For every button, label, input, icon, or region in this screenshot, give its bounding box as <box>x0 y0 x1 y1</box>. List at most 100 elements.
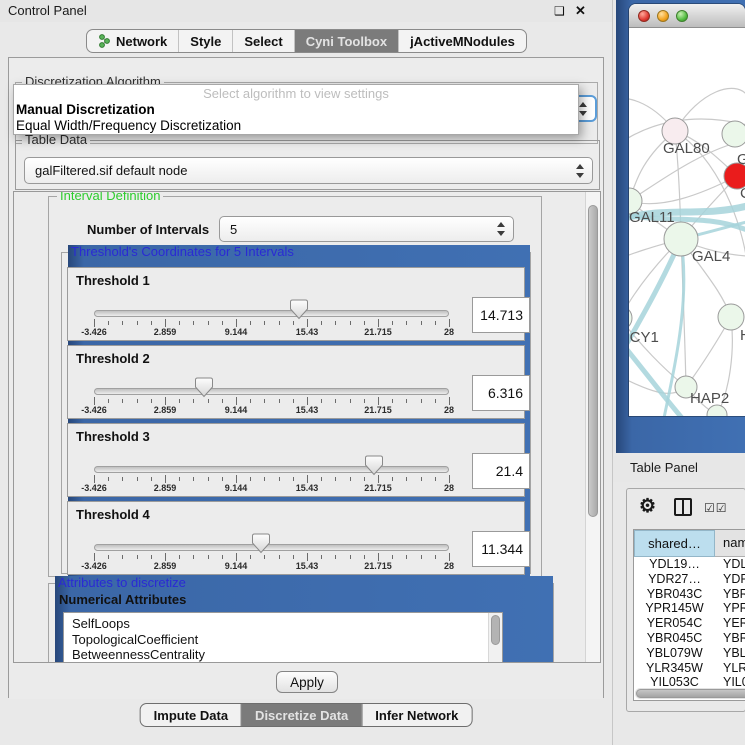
slider-ticks <box>94 319 450 327</box>
network-node[interactable] <box>722 121 745 147</box>
tick-mark <box>421 399 422 403</box>
close-icon[interactable]: ✕ <box>575 3 586 19</box>
tick-mark <box>94 397 95 405</box>
tab-network[interactable]: Network <box>87 30 178 52</box>
tick-label: 9.144 <box>225 561 248 571</box>
column-header-name[interactable]: name <box>715 530 745 557</box>
table-row[interactable]: YDR27…YDR27 <box>634 572 745 587</box>
tick-mark <box>137 399 138 403</box>
slider-track[interactable] <box>94 466 449 473</box>
columns-icon[interactable] <box>674 498 692 516</box>
table-row[interactable]: YLR345WYLR34 <box>634 661 745 676</box>
tick-mark <box>179 555 180 559</box>
mac-close-button[interactable] <box>638 10 650 22</box>
table-row[interactable]: YER054CYER05 <box>634 616 745 631</box>
slider-knob[interactable] <box>289 299 309 320</box>
slider-track[interactable] <box>94 388 449 395</box>
threshold-row-1: Threshold 1-3.4262.8599.14415.4321.71528… <box>67 267 525 341</box>
apply-button[interactable]: Apply <box>276 671 338 693</box>
node-label: HAP2 <box>690 390 729 407</box>
tick-label: 9.144 <box>225 483 248 493</box>
attribute-list-item[interactable]: BetweennessCentrality <box>64 647 502 663</box>
column-header-shared-name[interactable]: shared… <box>634 530 715 557</box>
tab-select[interactable]: Select <box>232 30 293 52</box>
tick-mark <box>293 477 294 481</box>
tick-mark <box>435 477 436 481</box>
table-row[interactable]: YBR043CYBR04 <box>634 587 745 602</box>
mac-minimize-button[interactable] <box>657 10 669 22</box>
table-row[interactable]: YBL079WYBL07 <box>634 646 745 661</box>
tick-mark <box>307 475 308 483</box>
tick-mark <box>236 397 237 405</box>
bottom-tab-impute-data[interactable]: Impute Data <box>141 704 241 726</box>
tick-mark <box>449 553 450 561</box>
table-data-combobox[interactable]: galFiltered.sif default node <box>24 157 593 184</box>
tab-style[interactable]: Style <box>178 30 232 52</box>
number-of-intervals-label: Number of Intervals <box>87 222 209 237</box>
apply-row: Apply <box>9 665 603 699</box>
gear-icon[interactable]: ⚙ <box>639 495 656 518</box>
tick-mark <box>378 553 379 561</box>
list-scrollbar[interactable] <box>488 613 502 663</box>
tab-jactivemnodules[interactable]: jActiveMNodules <box>398 30 526 52</box>
slider-ticks <box>94 397 450 405</box>
table-data-label: Table Data <box>22 133 90 147</box>
float-window-icon[interactable]: ❑ <box>554 4 565 18</box>
slider-knob[interactable] <box>194 377 214 398</box>
cell-name: YBR04 <box>715 587 745 602</box>
settings-scrollbar[interactable] <box>585 192 600 662</box>
table-hscrollbar[interactable] <box>635 688 745 699</box>
tick-mark <box>321 555 322 559</box>
tab-label: Network <box>116 34 167 49</box>
network-canvas[interactable]: GAL80GCGAL11GAL4GCY1HHAP2 <box>629 28 745 416</box>
table-row[interactable]: YDL19…YDL19 <box>634 557 745 572</box>
bottom-tab-discretize-data[interactable]: Discretize Data <box>241 704 361 726</box>
algorithm-option[interactable]: Equal Width/Frequency Discretization <box>14 118 578 134</box>
attribute-list-item[interactable]: SelfLoops <box>64 613 502 632</box>
threshold-value-field[interactable]: 11.344 <box>472 531 530 567</box>
tick-label: 28 <box>444 327 454 337</box>
mac-zoom-button[interactable] <box>676 10 688 22</box>
tick-mark <box>435 321 436 325</box>
bottom-tab-infer-network[interactable]: Infer Network <box>361 704 471 726</box>
table-data-combobox-value: galFiltered.sif default node <box>35 158 187 183</box>
tick-mark <box>208 477 209 481</box>
tick-mark <box>378 397 379 405</box>
threshold-value-field[interactable]: 6.316 <box>472 375 530 411</box>
table-row[interactable]: YBR045CYBR04 <box>634 631 745 646</box>
network-node[interactable] <box>629 306 632 330</box>
slider-knob[interactable] <box>364 455 384 476</box>
tick-label: 15.43 <box>296 483 319 493</box>
tick-mark <box>406 555 407 559</box>
node-label: G <box>737 151 745 168</box>
tab-cyni-toolbox[interactable]: Cyni Toolbox <box>294 30 398 52</box>
select-columns-icon[interactable]: ☑☑ <box>704 501 728 515</box>
slider-track[interactable] <box>94 310 449 317</box>
tick-label: -3.426 <box>81 405 107 415</box>
threshold-value-field[interactable]: 21.4 <box>472 453 530 489</box>
tick-mark <box>108 477 109 481</box>
cell-name: YBR04 <box>715 631 745 646</box>
slider-knob[interactable] <box>251 533 271 554</box>
tick-mark <box>378 475 379 483</box>
tick-mark <box>307 397 308 405</box>
tick-mark <box>307 553 308 561</box>
screen: Control Panel ❑ ✕ NetworkStyleSelectCyni… <box>0 0 745 745</box>
number-of-intervals-combobox[interactable]: 5 <box>219 216 514 242</box>
tick-mark <box>94 475 95 483</box>
tick-label: 15.43 <box>296 561 319 571</box>
tick-mark <box>137 321 138 325</box>
tick-mark <box>236 319 237 327</box>
algorithm-dropdown-popup: Select algorithm to view settings Manual… <box>13 84 579 135</box>
bottom-tabbar: Impute DataDiscretize DataInfer Network <box>140 703 473 727</box>
slider-track[interactable] <box>94 544 449 551</box>
tick-mark <box>435 399 436 403</box>
algorithm-option[interactable]: Manual Discretization <box>14 102 578 118</box>
table-row[interactable]: YPR145WYPR14 <box>634 601 745 616</box>
numerical-attributes-list[interactable]: SelfLoopsTopologicalCoefficientBetweenne… <box>63 612 503 663</box>
tick-mark <box>222 555 223 559</box>
attribute-list-item[interactable]: TopologicalCoefficient <box>64 632 502 648</box>
tick-label: 9.144 <box>225 405 248 415</box>
threshold-value-field[interactable]: 14.713 <box>472 297 530 333</box>
tick-mark <box>364 399 365 403</box>
